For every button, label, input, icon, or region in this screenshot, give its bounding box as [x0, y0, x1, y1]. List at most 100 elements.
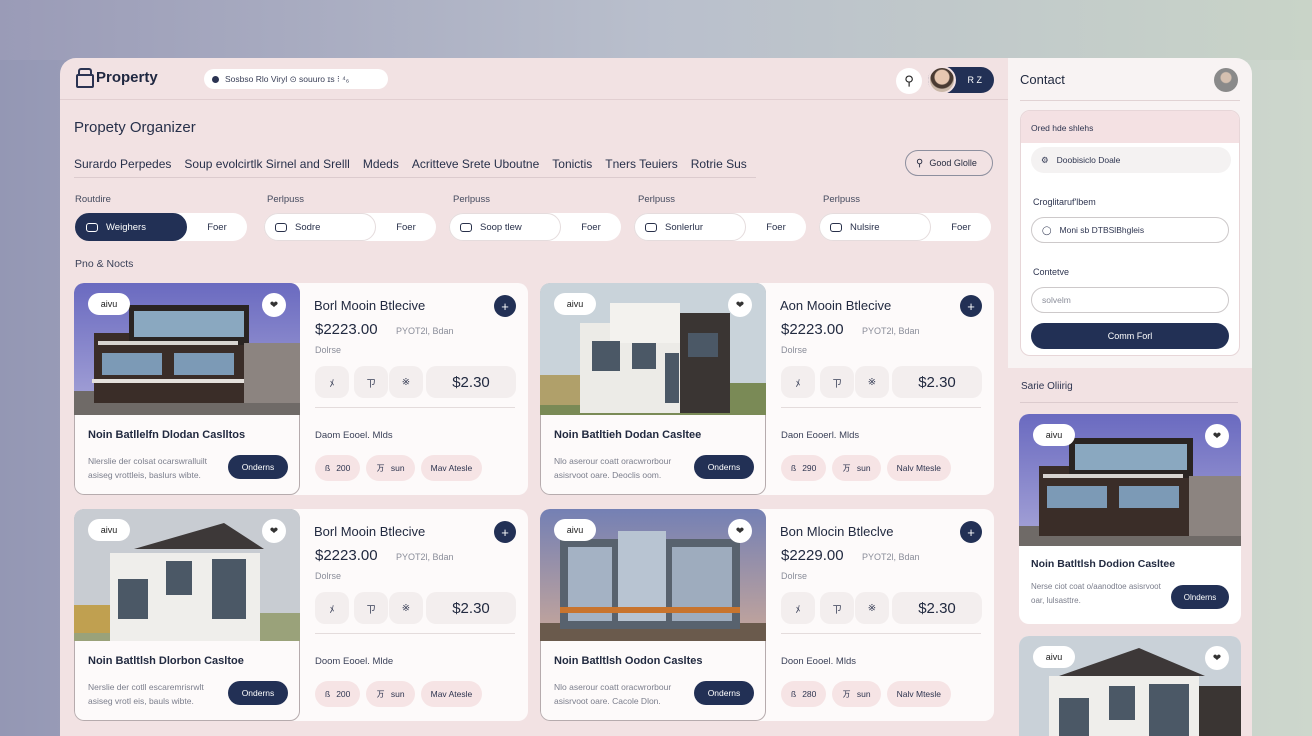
search-button[interactable]: ⚲ [896, 68, 922, 94]
app-logo[interactable]: Property [76, 68, 158, 88]
segment-option-active[interactable]: Nulsire [819, 213, 931, 241]
property-card[interactable]: aivu ❤ Noin Batllelfn Dlodan Caslltos Nl… [74, 283, 528, 495]
segment-toggle[interactable]: Sodre Foer [264, 213, 436, 241]
segment-toggle[interactable]: Soop tlew Foer [449, 213, 621, 241]
segment-option[interactable]: Foer [746, 222, 806, 233]
listing-type: Dolrse [781, 571, 808, 581]
listing-title: Aon Mooin Btlecive [780, 298, 892, 313]
sun-pill[interactable]: ㄪ sun [832, 455, 881, 481]
sun-pill[interactable]: ㄪ sun [366, 681, 415, 707]
details-button[interactable]: Onderns [228, 455, 288, 479]
segment-toggle[interactable]: Sonlerlur Foer [634, 213, 806, 241]
feature-chip[interactable]: ※ [389, 592, 423, 624]
more-pill[interactable]: Mav Atesle [420, 455, 483, 481]
size-pill[interactable]: ß 280 [781, 681, 827, 707]
tab-filter-5[interactable]: Tonictis [552, 157, 592, 171]
property-card[interactable]: aivu ❤ Noin Batltlsh Oodon Casltes Nlo a… [540, 509, 994, 721]
segment-option-label: Weighers [106, 221, 146, 233]
segment-label: Routdire [75, 194, 111, 205]
tab-filter-6[interactable]: Tners Teuiers [605, 157, 677, 171]
favorite-button[interactable]: ❤ [728, 519, 752, 543]
details-button[interactable]: Olnderns [1171, 585, 1229, 609]
submit-button[interactable]: Comm Forl [1031, 323, 1229, 349]
property-card[interactable]: aivu ❤ Noin Batltlsh Dlorbon Casltoe Ner… [74, 509, 528, 721]
avatar[interactable] [928, 66, 956, 94]
add-button[interactable]: + [494, 295, 516, 317]
rate-value: $2.30 [426, 366, 516, 398]
segment-toggle[interactable]: Nulsire Foer [819, 213, 991, 241]
size-pill[interactable]: ß 200 [315, 455, 361, 481]
segment-option-active[interactable]: Sonlerlur [634, 213, 746, 241]
more-pill[interactable]: Nalv Mtesle [886, 681, 952, 707]
segment-option-active[interactable]: Soop tlew [449, 213, 561, 241]
message-placeholder: solvelm [1042, 295, 1071, 305]
saved-property-card[interactable]: aivu ❤ [1019, 636, 1241, 736]
sun-pill[interactable]: ㄪ sun [366, 455, 415, 481]
saved-property-card[interactable]: aivu ❤ Noin Batltlsh Dodion Casltee Ners… [1019, 414, 1241, 624]
segment-option[interactable]: Foer [376, 222, 436, 233]
search-filter-button[interactable]: ⚲ Good Glolle [905, 150, 993, 176]
favorite-button[interactable]: ❤ [262, 293, 286, 317]
listing-price: $2223.00 [315, 321, 378, 338]
size-pill[interactable]: ß 290 [781, 455, 827, 481]
feature-chip[interactable]: ㄗ [354, 592, 388, 624]
listing-meta: Daom Eooel. Mlds [315, 430, 393, 441]
feature-chip[interactable]: ﾒ [781, 366, 815, 398]
feature-chip[interactable]: ﾒ [781, 592, 815, 624]
breadcrumb[interactable]: Sosbso Rlo Viryl ⊙ souuro ɪs ⁝ ⁴₆ [204, 69, 388, 89]
search-filter-label: Good Glolle [929, 158, 977, 168]
pill-row: ß 200 ㄪ sun Mav Atesle [315, 681, 513, 707]
pill-row: ß 290 ㄪ sun Nalv Mtesle [781, 455, 979, 481]
more-pill[interactable]: Mav Atesle [420, 681, 483, 707]
message-input[interactable]: solvelm [1031, 287, 1229, 313]
avatar[interactable] [1214, 68, 1238, 92]
tab-filter-7[interactable]: Rotrie Sus [691, 157, 747, 171]
segment-option-label: Nulsire [850, 221, 880, 233]
favorite-button[interactable]: ❤ [1205, 424, 1229, 448]
status-badge: aivu [88, 293, 130, 315]
details-button[interactable]: Onderns [694, 455, 754, 479]
plus-icon: + [967, 298, 975, 314]
tab-filter-1[interactable]: Surardo Perpedes [74, 157, 171, 171]
heart-icon: ❤ [735, 525, 745, 537]
property-card[interactable]: aivu ❤ Noin Batltieh Dodan Casltee Nlo a… [540, 283, 994, 495]
page-title: Propety Organizer [74, 119, 196, 136]
feature-chip[interactable]: ﾒ [315, 592, 349, 624]
feature-chip[interactable]: ㄗ [354, 366, 388, 398]
rate-value: $2.30 [892, 592, 982, 624]
favorite-button[interactable]: ❤ [728, 293, 752, 317]
tab-filter-3[interactable]: Mdeds [363, 157, 399, 171]
feature-chip[interactable]: ㄗ [820, 592, 854, 624]
feature-chip[interactable]: ㄗ [820, 366, 854, 398]
feature-chip[interactable]: ※ [855, 592, 889, 624]
segment-toggle[interactable]: Weighers Foer [75, 213, 247, 241]
segment-option[interactable]: Foer [561, 222, 621, 233]
add-button[interactable]: + [960, 295, 982, 317]
pill-label: Nalv Mtesle [896, 463, 942, 473]
size-pill[interactable]: ß 200 [315, 681, 361, 707]
favorite-button[interactable]: ❤ [1205, 646, 1229, 670]
segment-option[interactable]: Foer [931, 222, 991, 233]
sun-pill[interactable]: ㄪ sun [832, 681, 881, 707]
tab-filter-2[interactable]: Soup evolcirtlk Sirnel and Srelll [184, 157, 349, 171]
segment-option-active[interactable]: Weighers [75, 213, 187, 241]
details-button[interactable]: Onderns [694, 681, 754, 705]
tab-filter-4[interactable]: Acritteve Srete Uboutne [412, 157, 539, 171]
details-button[interactable]: Onderns [228, 681, 288, 705]
segment-option-active[interactable]: Sodre [264, 213, 376, 241]
property-name: Noin Batltlsh Dlorbon Casltoe [88, 655, 244, 667]
contact-field[interactable]: ⚙ Doobisiclo Doale [1031, 147, 1231, 173]
status-badge: aivu [88, 519, 130, 541]
segment-option[interactable]: Foer [187, 222, 247, 233]
property-description: Nlo aserour coatt oracwrorbour asisrvoot… [554, 682, 672, 706]
feature-chip[interactable]: ※ [389, 366, 423, 398]
add-button[interactable]: + [494, 521, 516, 543]
favorite-button[interactable]: ❤ [262, 519, 286, 543]
pill-label: 280 [802, 689, 817, 699]
heart-icon: ❤ [1212, 430, 1222, 442]
add-button[interactable]: + [960, 521, 982, 543]
more-pill[interactable]: Nalv Mtesle [886, 455, 952, 481]
contact-input[interactable]: ◯ Moni sb DTBSlBhgleis [1031, 217, 1229, 243]
feature-chip[interactable]: ﾒ [315, 366, 349, 398]
feature-chip[interactable]: ※ [855, 366, 889, 398]
